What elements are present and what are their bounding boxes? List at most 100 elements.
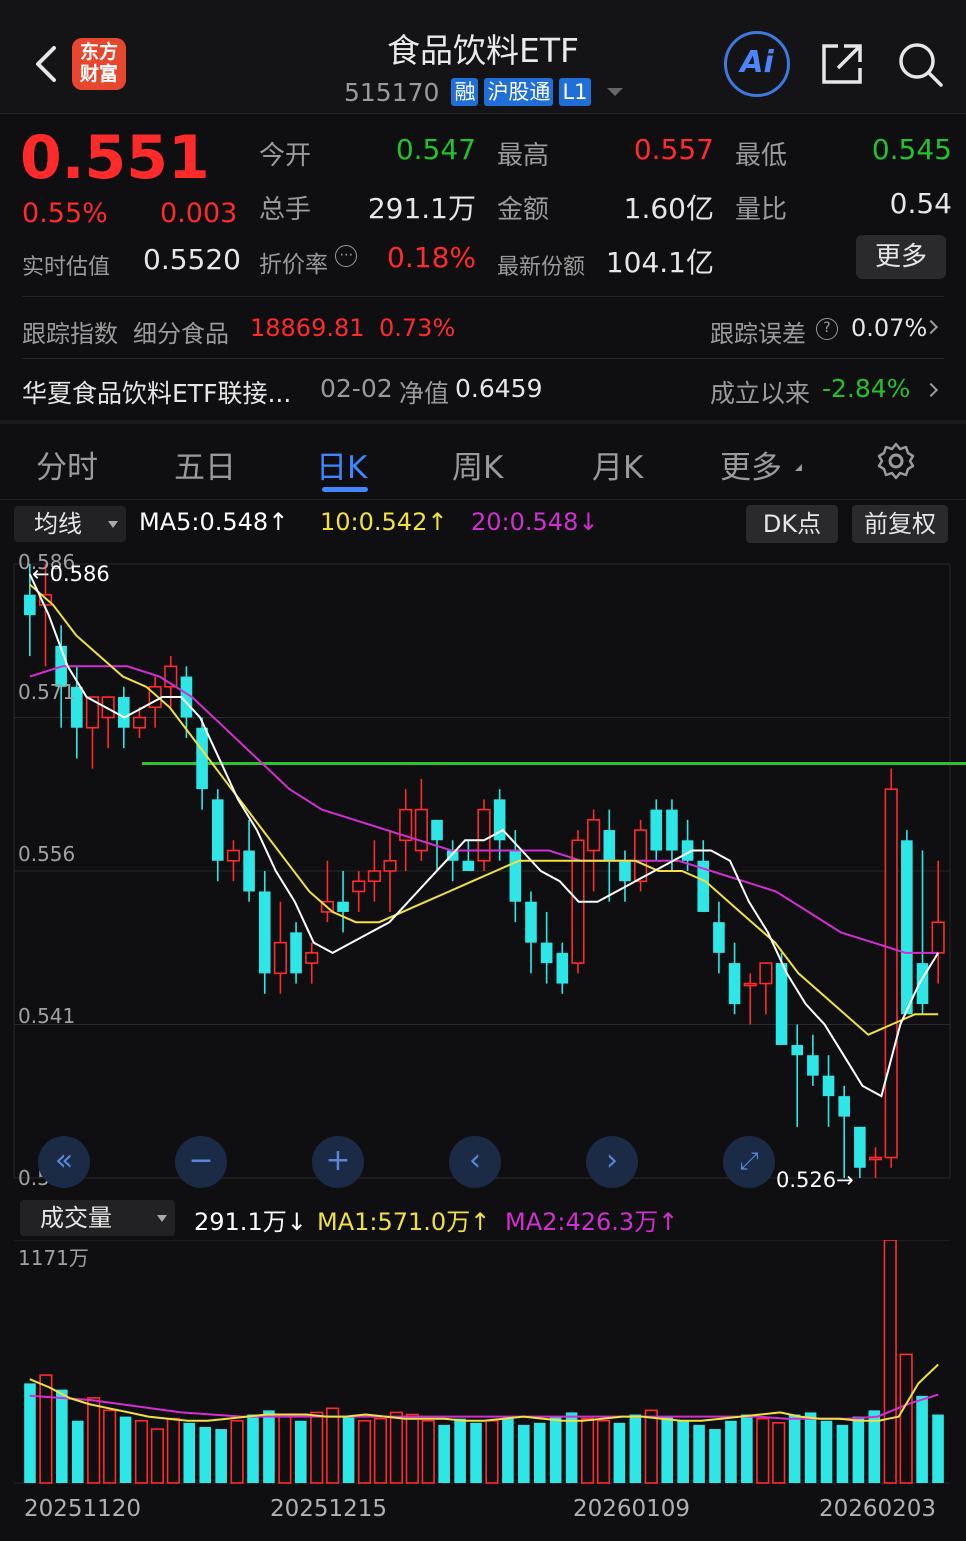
candlestick-svg: [13, 563, 966, 1179]
volume-bar: [134, 1419, 149, 1484]
tracking-index-pct: 0.73%: [379, 314, 456, 342]
volume-bar: [613, 1422, 626, 1483]
volume-bar: [56, 1389, 68, 1483]
candle-body: [743, 982, 757, 987]
volume-label: 总手: [259, 195, 312, 225]
volume-bar: [518, 1424, 530, 1483]
ai-assistant-icon[interactable]: Ai: [724, 31, 790, 97]
fullscreen-button[interactable]: ⤢: [723, 1136, 775, 1188]
volume-bar: [741, 1414, 753, 1483]
y-tick-label: 0.556: [18, 842, 76, 866]
x-date-label: 20251215: [270, 1496, 388, 1522]
quote-panel: 0.551 0.55% 0.003 实时估值 0.5520 今开 0.547 最…: [0, 115, 966, 300]
volume-bar: [87, 1397, 101, 1484]
scroll-start-button[interactable]: «: [38, 1136, 90, 1188]
gear-icon[interactable]: [876, 441, 916, 481]
ma-indicator-row: 均线 MA5:0.548↑ 10:0.542↑ 20:0.548↓ DK点 前复…: [0, 502, 966, 544]
candlestick-chart[interactable]: 0.586 0.571 0.556 0.541 0.526 ←0.586 0.5…: [0, 546, 966, 1196]
scroll-left-button[interactable]: ‹: [449, 1136, 501, 1188]
change-percent: 0.55%: [22, 198, 108, 229]
candle-body: [196, 727, 208, 790]
max-price-value: 0.586: [49, 562, 110, 586]
volume-bar: [230, 1419, 244, 1484]
volume-bar: [103, 1409, 117, 1484]
volume-bar: [278, 1413, 292, 1484]
more-quote-button[interactable]: 更多: [856, 235, 946, 279]
help-icon[interactable]: ?: [816, 318, 838, 340]
x-date-label: 20260109: [573, 1496, 691, 1522]
since-inception-value: -2.84%: [822, 374, 911, 403]
adjust-mode-button[interactable]: 前复权: [852, 505, 948, 543]
divider: [22, 358, 944, 359]
open-label: 今开: [259, 141, 312, 171]
candle-body: [24, 594, 36, 616]
search-icon[interactable]: [896, 40, 944, 88]
volume-bar: [454, 1418, 466, 1483]
candle-body: [807, 1055, 819, 1076]
volume-bar: [421, 1419, 435, 1484]
ma10-value: 10:0.542↑: [320, 508, 448, 536]
candle-body: [226, 849, 241, 862]
candle-body: [884, 788, 898, 1159]
tab-weekly-k[interactable]: 周K: [452, 442, 503, 487]
candle-body: [273, 941, 288, 975]
tracking-index-row[interactable]: 跟踪指数 细分食品 18869.81 0.73% 跟踪误差 ? 0.07%: [22, 312, 944, 348]
open-value: 0.547: [395, 133, 476, 166]
volume-chart[interactable]: 1171万: [0, 1239, 966, 1490]
candle-body: [337, 901, 349, 912]
candle-body: [118, 697, 130, 728]
volume-indicator-row: 成交量 291.1万↓ MA1:571.0万↑ MA2:426.3万↑: [0, 1198, 966, 1238]
amount-label: 金额: [497, 195, 550, 225]
zoom-in-button[interactable]: +: [312, 1136, 364, 1188]
discount-label: 折价率 ⋯: [259, 245, 358, 279]
share-icon[interactable]: [818, 40, 866, 88]
tab-monthly-k[interactable]: 月K: [592, 442, 643, 487]
volume-type-dropdown[interactable]: 成交量: [20, 1200, 175, 1236]
volume-bar: [596, 1419, 611, 1484]
volume-bar: [485, 1419, 499, 1484]
volume-bar: [804, 1412, 817, 1483]
candle-body: [713, 922, 725, 953]
zoom-out-button[interactable]: −: [175, 1136, 227, 1188]
candle-body: [258, 891, 271, 974]
volume-bar: [326, 1407, 340, 1484]
volume-bar: [661, 1416, 674, 1483]
info-icon[interactable]: ⋯: [335, 245, 358, 267]
candle-body: [666, 809, 678, 851]
candle-body: [619, 860, 631, 882]
tab-intraday[interactable]: 分时: [36, 442, 98, 487]
tab-more[interactable]: 更多: [720, 442, 782, 487]
high-label: 最高: [497, 141, 550, 171]
volume-bar: [644, 1409, 658, 1484]
tab-daily-k[interactable]: 日K: [316, 442, 367, 487]
candle-body: [431, 819, 443, 841]
candle-body: [587, 819, 601, 852]
app-header: 东方 财富 食品饮料ETF 515170 融 沪股通 L1 Ai: [0, 0, 966, 114]
volume-bar: [39, 1374, 53, 1484]
amount-value: 1.60亿: [623, 192, 714, 225]
expand-caret-icon[interactable]: [606, 88, 623, 96]
candle-body: [383, 859, 397, 872]
ma-type-dropdown[interactable]: 均线: [14, 506, 126, 542]
divider: [22, 296, 944, 297]
candle-body: [305, 952, 319, 964]
volume-bar: [565, 1412, 578, 1483]
volume-bar: [470, 1422, 482, 1483]
candle-body: [540, 942, 553, 964]
volume-bar: [677, 1420, 689, 1483]
scroll-right-button[interactable]: ›: [586, 1136, 638, 1188]
volume-bar: [150, 1428, 165, 1484]
linked-fund-row[interactable]: 华夏食品饮料ETF联接... 02-02 净值 0.6459 成立以来 -2.8…: [22, 374, 944, 408]
tracking-index-value: 18869.81: [250, 314, 365, 342]
volume-svg: [14, 1239, 950, 1484]
volume-bar: [24, 1383, 36, 1483]
discount-value: 0.18%: [387, 241, 476, 274]
dk-point-button[interactable]: DK点: [746, 505, 838, 543]
volume-bar: [883, 1239, 897, 1484]
change-amount: 0.003: [160, 198, 238, 229]
tab-five-day[interactable]: 五日: [174, 442, 236, 487]
volume-bar: [215, 1429, 227, 1483]
volume-bar: [373, 1417, 388, 1484]
ma-type-label: 均线: [34, 510, 82, 538]
chart-period-tabs: 分时 五日 日K 周K 月K 更多: [0, 424, 966, 500]
